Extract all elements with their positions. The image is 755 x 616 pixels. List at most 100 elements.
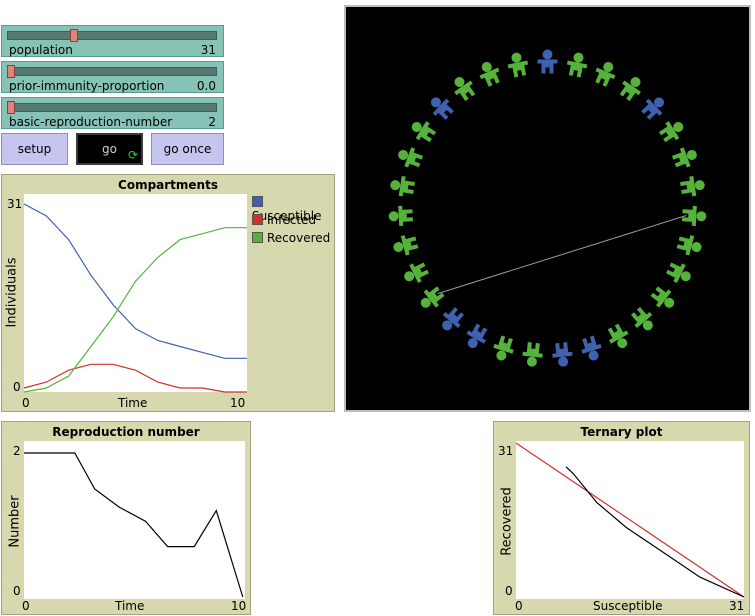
- person-icon: [581, 335, 602, 361]
- slider-track[interactable]: [7, 103, 217, 112]
- person-icon: [619, 77, 641, 102]
- population-slider[interactable]: population 31: [1, 25, 224, 57]
- slider-value: 31: [200, 43, 216, 57]
- legend-swatch: [252, 232, 263, 243]
- person-icon: [566, 52, 588, 78]
- forever-arrows-icon: ⟳: [127, 148, 138, 162]
- legend-item-recovered: Recovered: [252, 231, 330, 245]
- person-icon: [388, 205, 413, 226]
- person-body: [479, 67, 500, 87]
- person-icon: [671, 147, 697, 168]
- person-body: [522, 342, 543, 358]
- person-icon: [676, 235, 702, 256]
- go-once-button-label: go once: [163, 142, 212, 156]
- y-tick-label: 0: [13, 584, 21, 598]
- slider-value: 2: [208, 115, 216, 129]
- setup-button[interactable]: setup: [1, 133, 68, 165]
- y-axis-label: Recovered: [499, 487, 515, 556]
- person-icon: [641, 97, 665, 120]
- person-body: [400, 235, 419, 256]
- slider-track[interactable]: [7, 31, 217, 40]
- slider-thumb[interactable]: [70, 29, 79, 42]
- compartments-plot: Compartments Individuals Time 0 10 31 0 …: [1, 174, 335, 412]
- person-icon: [390, 176, 415, 197]
- person-body: [398, 205, 413, 226]
- slider-track[interactable]: [7, 67, 217, 76]
- person-icon: [398, 147, 424, 168]
- person-icon: [552, 342, 573, 367]
- person-head: [558, 356, 569, 367]
- slider-thumb[interactable]: [7, 65, 15, 78]
- slider-value: 0.0: [196, 79, 216, 93]
- person-head: [390, 180, 401, 191]
- person-head: [511, 52, 522, 63]
- person-head: [696, 211, 707, 222]
- person-icon: [607, 323, 629, 349]
- reproduction-number-plot: Reproduction number Number Time 0 10 2 0: [1, 421, 251, 615]
- person-body: [676, 235, 695, 256]
- person-icon: [595, 61, 616, 87]
- person-head: [573, 52, 584, 63]
- person-icon: [630, 306, 653, 331]
- person-body: [552, 342, 573, 358]
- person-icon: [493, 335, 514, 361]
- setup-button-label: setup: [17, 142, 52, 156]
- person-icon: [680, 176, 705, 197]
- legend-swatch: [252, 196, 263, 207]
- person-body: [595, 67, 616, 87]
- person-head: [526, 356, 537, 367]
- person-head: [542, 49, 553, 60]
- x-axis-label: Time: [115, 599, 145, 613]
- person-body: [398, 176, 415, 197]
- person-icon: [393, 235, 419, 256]
- legend-label: Recovered: [267, 231, 331, 245]
- plot-area: [24, 441, 245, 599]
- x-axis-label: Time: [118, 396, 148, 410]
- person-body: [537, 59, 558, 74]
- person-body: [404, 147, 424, 168]
- go-button[interactable]: go ⟳: [76, 133, 143, 165]
- person-body: [680, 176, 697, 197]
- legend-swatch: [252, 214, 263, 225]
- prior-immunity-proportion-slider[interactable]: prior-immunity-proportion 0.0: [1, 61, 224, 93]
- slider-thumb[interactable]: [7, 101, 15, 114]
- person-icon: [454, 77, 476, 102]
- ternary-chart: [515, 441, 745, 599]
- person-body: [682, 205, 697, 226]
- person-body: [507, 60, 529, 78]
- x-axis-label: Susceptible: [593, 599, 663, 613]
- slider-label: population: [9, 43, 73, 57]
- person-icon: [537, 49, 558, 74]
- legend-item-infected: Infected: [252, 213, 316, 227]
- person-icon: [442, 306, 465, 331]
- go-once-button[interactable]: go once: [151, 133, 224, 165]
- person-body: [493, 335, 514, 354]
- person-icon: [479, 61, 500, 87]
- person-icon: [404, 262, 429, 284]
- slider-label: basic-reproduction-number: [9, 115, 173, 129]
- world-canvas: [388, 49, 707, 367]
- y-tick-label: 0: [13, 380, 21, 394]
- person-icon: [507, 52, 529, 78]
- x-tick-label: 31: [729, 599, 745, 613]
- y-tick-label: 0: [505, 584, 513, 598]
- person-icon: [522, 342, 543, 367]
- basic-reproduction-number-slider[interactable]: basic-reproduction-number 2: [1, 97, 224, 129]
- contact-link: [437, 215, 687, 295]
- person-icon: [430, 97, 454, 120]
- plot-area: [24, 194, 247, 392]
- person-head: [388, 211, 399, 222]
- x-tick-label: 10: [231, 599, 247, 613]
- person-head: [694, 180, 705, 191]
- x-tick-label: 0: [22, 396, 30, 410]
- legend-label: Infected: [267, 213, 317, 227]
- y-tick-label: 2: [13, 444, 21, 458]
- world-view[interactable]: [344, 5, 751, 412]
- x-tick-label: 0: [515, 599, 523, 613]
- x-tick-label: 10: [230, 396, 246, 410]
- person-icon: [466, 323, 488, 349]
- person-icon: [666, 262, 691, 284]
- y-tick-label: 31: [7, 197, 23, 211]
- slider-label: prior-immunity-proportion: [9, 79, 165, 93]
- person-icon: [420, 286, 445, 308]
